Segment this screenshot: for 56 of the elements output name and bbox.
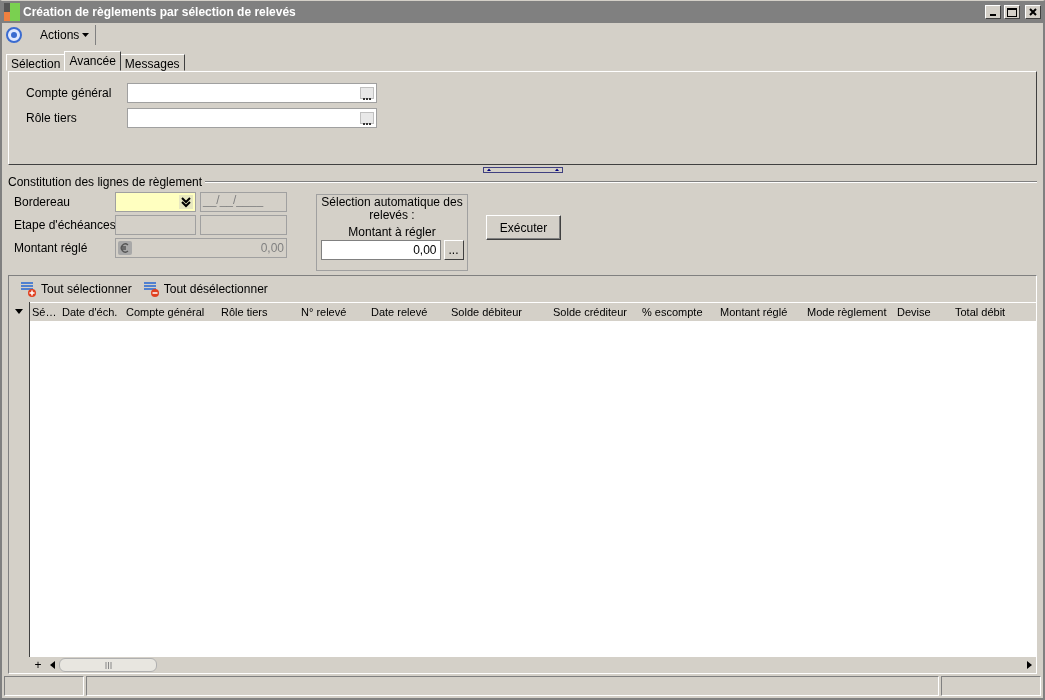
browse-button[interactable] (360, 87, 374, 99)
column-header[interactable]: % escompte (640, 306, 718, 318)
app-icon (4, 3, 20, 21)
scroll-right-icon[interactable] (1026, 661, 1032, 669)
tab[interactable]: Sélection (6, 54, 66, 71)
column-header[interactable]: Total débit (953, 306, 1035, 318)
column-header[interactable]: N° relevé (299, 306, 369, 318)
field-label: Rôle tiers (26, 111, 78, 125)
date-field: __/__/____ (200, 191, 287, 212)
browse-button[interactable] (360, 112, 374, 124)
select-all-button[interactable]: Tout sélectionner (21, 281, 132, 297)
lookup-field[interactable] (127, 83, 377, 103)
field-label: Montant à régler (348, 225, 436, 239)
euro-icon (118, 240, 132, 255)
column-header[interactable]: Solde débiteur (449, 306, 551, 318)
deselect-all-button[interactable]: Tout désélectionner (143, 281, 268, 297)
maximize-icon (1007, 7, 1017, 17)
double-chevron-icon (179, 194, 193, 209)
window-title: Création de règlements par sélection de relevés (23, 5, 297, 19)
scroll-left-icon[interactable] (49, 661, 55, 669)
execute-button[interactable]: Exécuter (486, 215, 561, 240)
amount-field[interactable]: 0,00 (320, 240, 441, 260)
splitter-handle[interactable] (482, 167, 563, 173)
section-title: Constitution des lignes de règlement (8, 175, 203, 189)
column-header[interactable]: Mode règlement (805, 306, 895, 318)
field-label: Etape d'échéances (14, 217, 115, 232)
column-header[interactable]: Solde créditeur (551, 306, 640, 318)
actions-menu[interactable]: Actions (28, 25, 97, 45)
close-button[interactable] (1025, 5, 1041, 19)
close-icon (1029, 8, 1037, 16)
column-header[interactable]: Devise (895, 306, 953, 318)
grip-icon (104, 661, 112, 669)
tab[interactable]: Messages (119, 54, 185, 71)
field-label: Compte général (26, 86, 113, 100)
panel-title: Sélection automatique des relevés : (320, 196, 464, 222)
scroll-thumb[interactable] (59, 658, 157, 672)
column-header[interactable]: Date d'éch. (60, 306, 124, 318)
list-remove-icon (143, 281, 160, 297)
dropdown-field[interactable] (115, 191, 196, 212)
target-icon[interactable] (6, 27, 22, 43)
column-header[interactable]: Rôle tiers (219, 306, 299, 318)
column-header[interactable]: Sé… (30, 306, 60, 318)
amount-field: 0,00 (115, 237, 287, 258)
column-header[interactable]: Compte général (124, 306, 219, 318)
maximize-button[interactable] (1004, 5, 1020, 19)
browse-button[interactable]: ... (443, 240, 464, 260)
column-header[interactable]: Montant réglé (718, 306, 805, 318)
field-label: Montant réglé (14, 240, 89, 255)
tab[interactable]: Avancée (64, 51, 121, 71)
minimize-button[interactable] (985, 5, 1001, 19)
field-label: Bordereau (14, 194, 72, 209)
column-header[interactable]: Date relevé (369, 306, 449, 318)
caret-icon (82, 33, 90, 37)
dropdown-arrow-icon[interactable] (15, 309, 23, 314)
lookup-field[interactable] (127, 108, 377, 128)
list-add-icon (21, 281, 37, 297)
